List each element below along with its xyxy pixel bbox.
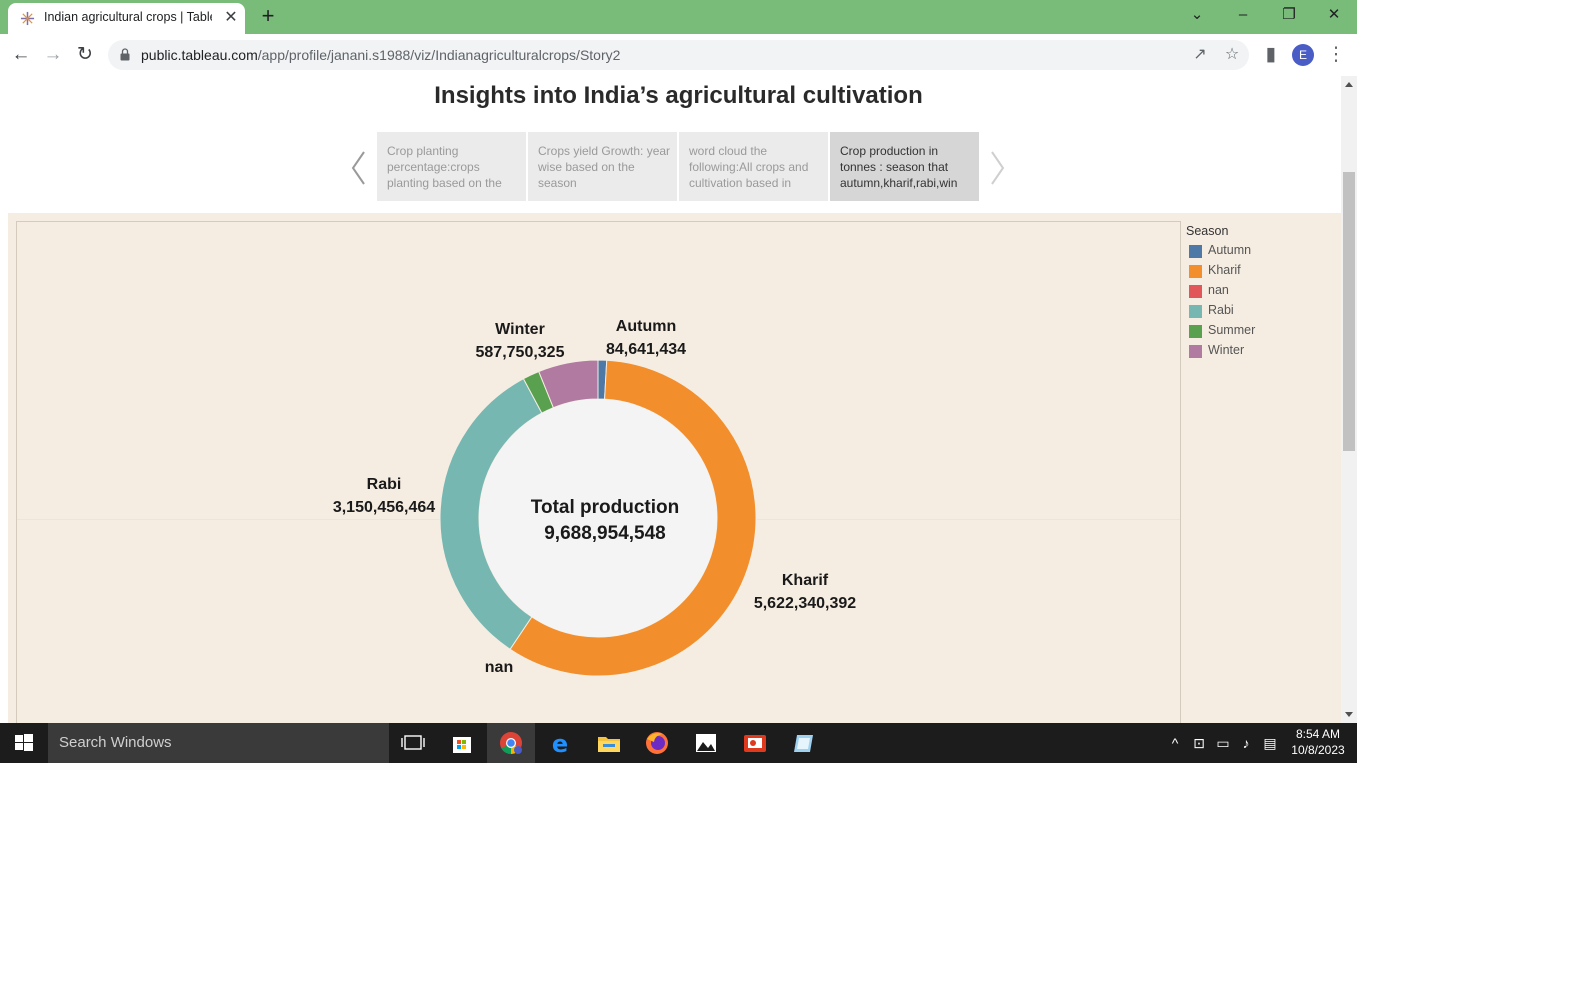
label-kharif-value: 5,622,340,392 — [753, 595, 857, 612]
label-nan: nan — [478, 656, 520, 679]
legend-item-summer[interactable]: Summer — [1186, 323, 1336, 343]
network-icon[interactable]: ⊡ — [1189, 733, 1209, 753]
share-icon[interactable]: ↗ — [1189, 44, 1211, 66]
address-bar[interactable]: public.tableau.com/app/profile/janani.s1… — [108, 40, 1249, 70]
next-story-point-icon[interactable] — [986, 148, 1006, 188]
scroll-down-icon[interactable] — [1345, 712, 1353, 717]
tab-close-icon[interactable]: ✕ — [222, 8, 240, 28]
legend-item-winter[interactable]: Winter — [1186, 343, 1336, 363]
legend-swatch — [1189, 345, 1202, 358]
legend-swatch — [1189, 265, 1202, 278]
story-point-2[interactable]: Crops yield Growth: year wise based on t… — [528, 132, 677, 201]
show-hidden-icons-icon[interactable]: ^ — [1166, 733, 1184, 753]
side-panel-icon[interactable]: ▮ — [1259, 43, 1283, 67]
notifications-icon[interactable]: ▤ — [1260, 733, 1280, 753]
label-winter-value: 587,750,325 — [475, 344, 565, 361]
url-path: /app/profile/janani.s1988/viz/Indianagri… — [257, 47, 621, 63]
story-title: Insights into India’s agricultural culti… — [434, 82, 923, 109]
browser-tab-strip: Indian agricultural crops | Tableau Publ… — [0, 0, 1357, 34]
previous-story-point-icon[interactable] — [350, 148, 370, 188]
legend-label: Summer — [1208, 323, 1256, 337]
store-icon[interactable] — [438, 723, 486, 763]
legend-swatch — [1189, 285, 1202, 298]
donut-chart[interactable] — [8, 213, 1181, 723]
bookmark-star-icon[interactable]: ☆ — [1221, 44, 1243, 66]
firefox-icon[interactable] — [633, 723, 681, 763]
legend-swatch — [1189, 305, 1202, 318]
task-view-icon[interactable] — [389, 723, 437, 763]
lock-icon — [120, 48, 130, 61]
chrome-icon[interactable] — [487, 723, 535, 763]
browser-toolbar: ← → ↻ public.tableau.com/app/profile/jan… — [0, 34, 1357, 77]
close-window-icon[interactable]: ✕ — [1311, 0, 1357, 30]
more-menu-icon[interactable]: ⋮ — [1324, 43, 1348, 67]
volume-icon[interactable]: ♪ — [1236, 733, 1256, 753]
dashboard-area: Total production 9,688,954,548 Autumn 84… — [8, 213, 1341, 723]
photos-icon[interactable] — [682, 723, 730, 763]
url-host: public.tableau.com — [141, 47, 258, 63]
tableau-favicon-icon — [20, 11, 35, 26]
label-autumn-value: 84,641,434 — [605, 341, 687, 358]
taskbar-search[interactable]: Search Windows — [48, 723, 389, 763]
label-kharif: Kharif 5,622,340,392 — [750, 569, 860, 615]
legend-item-rabi[interactable]: Rabi — [1186, 303, 1336, 323]
donut-center-label: Total production 9,688,954,548 — [515, 495, 695, 547]
center-label-title: Total production — [530, 497, 680, 518]
legend-label: Rabi — [1208, 303, 1234, 317]
story-point-3[interactable]: word cloud the following:All crops and c… — [679, 132, 828, 201]
edge-icon[interactable]: e — [536, 723, 584, 763]
taskbar-clock[interactable]: 8:54 AM 10/8/2023 — [1287, 726, 1349, 758]
restore-icon[interactable]: ❐ — [1266, 0, 1312, 30]
new-tab-icon[interactable]: + — [256, 4, 280, 28]
legend-label: Autumn — [1208, 243, 1252, 257]
forward-arrow-icon[interactable]: → — [41, 43, 65, 67]
tableau-story-page: Insights into India’s agricultural culti… — [0, 76, 1341, 723]
tab-search-chevron-icon[interactable]: ⌄ — [1174, 0, 1220, 30]
legend-label: Winter — [1208, 343, 1245, 357]
battery-icon[interactable]: ▭ — [1213, 733, 1233, 753]
windows-taskbar: Search Windows e ^ ⊡ ▭ ♪ ▤ 8:54 AM 10/8/… — [0, 723, 1357, 763]
legend-item-autumn[interactable]: Autumn — [1186, 243, 1336, 263]
legend-item-kharif[interactable]: Kharif — [1186, 263, 1336, 283]
profile-avatar[interactable]: E — [1292, 44, 1314, 66]
label-kharif-name: Kharif — [781, 572, 829, 589]
label-winter-name: Winter — [495, 321, 545, 338]
label-autumn: Autumn 84,641,434 — [603, 315, 689, 361]
page-scrollbar[interactable] — [1341, 76, 1357, 723]
notes-app-icon[interactable] — [780, 723, 828, 763]
label-rabi-value: 3,150,456,464 — [332, 499, 436, 516]
label-rabi-name: Rabi — [366, 476, 402, 493]
screen: Indian agricultural crops | Tableau Publ… — [0, 0, 1357, 763]
label-rabi: Rabi 3,150,456,464 — [329, 473, 439, 519]
file-explorer-icon[interactable] — [585, 723, 633, 763]
clock-date: 10/8/2023 — [1291, 743, 1345, 757]
clock-time: 8:54 AM — [1295, 727, 1341, 741]
tab-title: Indian agricultural crops | Tableau Publ… — [44, 10, 212, 24]
browser-tab[interactable]: Indian agricultural crops | Tableau Publ… — [8, 3, 245, 34]
center-label-total: 9,688,954,548 — [544, 523, 666, 544]
label-autumn-name: Autumn — [615, 318, 677, 335]
svg-text:e: e — [552, 730, 568, 758]
back-arrow-icon[interactable]: ← — [9, 43, 33, 67]
windows-start-icon[interactable] — [0, 723, 48, 763]
season-legend: Season Autumn Kharif nan Rabi Summer Win… — [1186, 224, 1336, 363]
story-point-1[interactable]: Crop planting percentage:crops planting … — [377, 132, 526, 201]
presentation-app-icon[interactable] — [731, 723, 779, 763]
legend-label: nan — [1208, 283, 1229, 297]
legend-title: Season — [1186, 224, 1229, 238]
url-text[interactable]: public.tableau.com/app/profile/janani.s1… — [141, 47, 620, 63]
story-point-4-active[interactable]: Crop production in tonnes : season that … — [830, 132, 979, 201]
scroll-up-icon[interactable] — [1345, 82, 1353, 87]
taskbar-search-placeholder: Search Windows — [59, 734, 172, 751]
legend-swatch — [1189, 325, 1202, 338]
label-winter: Winter 587,750,325 — [472, 318, 568, 364]
reload-icon[interactable]: ↻ — [73, 43, 97, 67]
label-nan-name: nan — [484, 659, 514, 676]
legend-item-nan[interactable]: nan — [1186, 283, 1336, 303]
scrollbar-thumb[interactable] — [1343, 172, 1355, 451]
legend-swatch — [1189, 245, 1202, 258]
legend-label: Kharif — [1208, 263, 1241, 277]
minimize-icon[interactable]: – — [1220, 0, 1266, 30]
